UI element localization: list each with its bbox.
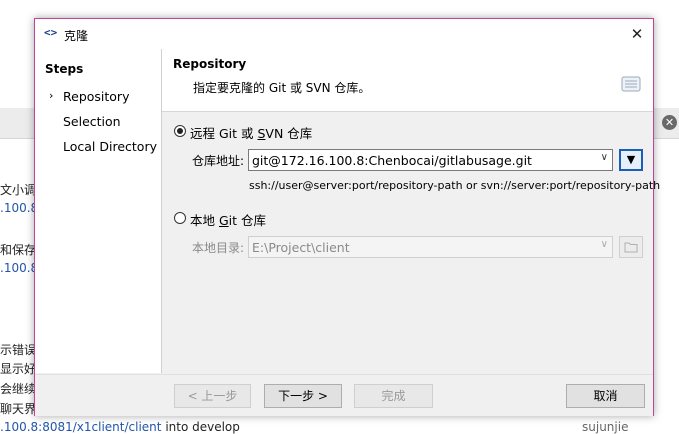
remote-repo-label[interactable]: 远程 Git 或 SVN 仓库: [190, 123, 312, 142]
cancel-button[interactable]: 取消: [566, 384, 645, 408]
browse-folder-button[interactable]: [619, 236, 643, 258]
dialog-title: 克隆: [64, 29, 89, 43]
background-text: 和保存: [0, 243, 37, 257]
repository-list-icon: [621, 76, 641, 92]
background-user: sujunjie: [582, 420, 629, 434]
background-text: into develop: [161, 420, 240, 434]
page-description: 指定要克隆的 Git 或 SVN 仓库。: [193, 81, 371, 95]
repo-url-hint: ssh://user@server:port/repository-path o…: [249, 179, 661, 192]
clone-dialog: <> 克隆 ✕ Steps › Repository Selection Loc…: [34, 18, 660, 416]
dialog-titlebar: <> 克隆 ✕: [35, 19, 653, 49]
back-button[interactable]: < 上一步: [174, 384, 251, 408]
code-icon: <>: [44, 26, 58, 39]
dialog-footer: < 上一步 下一步 > 完成 取消: [35, 374, 653, 416]
local-dir-label: 本地目录:: [192, 241, 245, 255]
chevron-down-icon[interactable]: ∨: [601, 152, 608, 163]
background-close-icon[interactable]: ✕: [662, 115, 677, 130]
folder-icon: [624, 242, 638, 253]
current-step-arrow-icon: ›: [49, 89, 54, 102]
local-repo-radio[interactable]: [174, 212, 186, 224]
remote-repo-radio[interactable]: [174, 125, 186, 137]
page-header: Repository 指定要克隆的 Git 或 SVN 仓库。: [162, 49, 653, 112]
background-text: 示错误: [0, 343, 37, 357]
local-dir-input[interactable]: [252, 239, 592, 255]
background-link[interactable]: .100.8: [0, 201, 38, 215]
background-text: 会继续: [0, 382, 37, 396]
steps-title: Steps: [45, 62, 84, 76]
content-area: 远程 Git 或 SVN 仓库 仓库地址: ∨ ▼ ssh://user@ser…: [162, 112, 660, 374]
step-repository: Repository: [63, 89, 130, 104]
step-selection: Selection: [63, 114, 121, 129]
page-title: Repository: [173, 57, 247, 71]
repo-history-dropdown-button[interactable]: ▼: [619, 149, 643, 171]
triangle-down-icon: ▼: [626, 153, 636, 166]
close-button[interactable]: ✕: [627, 24, 647, 44]
repo-url-label: 仓库地址:: [192, 154, 245, 168]
repo-url-input[interactable]: [252, 152, 592, 168]
background-commit-line: .100.8:8081/x1client/client into develop: [0, 420, 240, 434]
local-repo-label[interactable]: 本地 Git 仓库: [190, 210, 266, 229]
background-link[interactable]: .100.8:8081/x1client/client: [0, 420, 162, 434]
local-dir-combobox[interactable]: ∨: [248, 236, 613, 258]
finish-button[interactable]: 完成: [354, 384, 433, 408]
background-link[interactable]: .100.8: [0, 261, 38, 275]
next-button[interactable]: 下一步 >: [264, 384, 342, 408]
chevron-down-icon[interactable]: ∨: [601, 239, 608, 250]
steps-sidebar: Steps › Repository Selection Local Direc…: [35, 49, 162, 373]
repo-url-combobox[interactable]: ∨: [248, 149, 613, 171]
step-local-directory: Local Directory: [63, 139, 157, 154]
